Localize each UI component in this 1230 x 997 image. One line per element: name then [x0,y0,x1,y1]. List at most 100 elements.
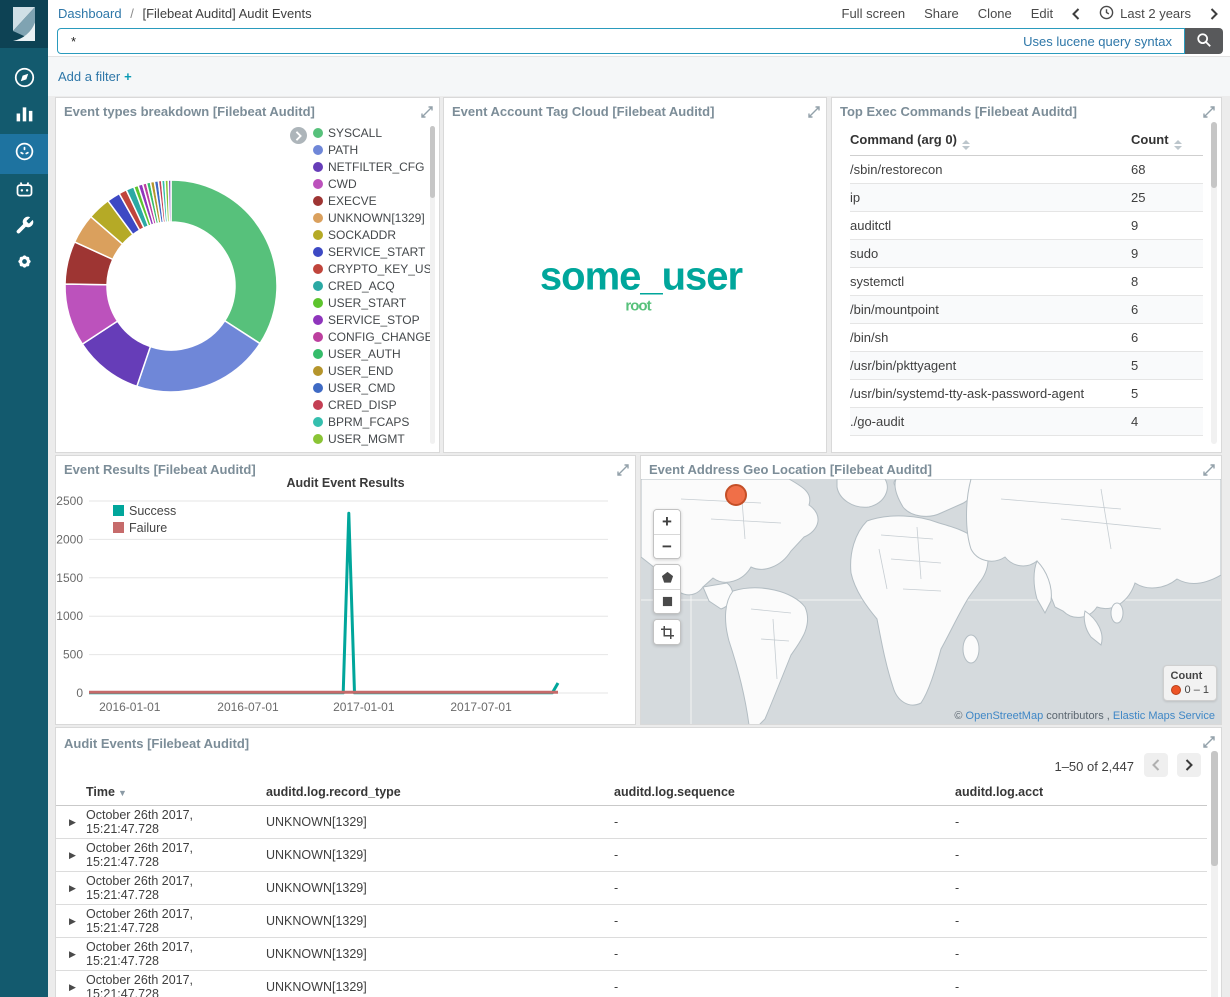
column-header-record-type[interactable]: auditd.log.record_type [266,785,614,799]
map-tiles [641,479,1221,725]
expand-row-icon[interactable]: ▶ [69,916,86,927]
legend-item[interactable]: CWD [313,175,435,192]
expand-panel-icon[interactable] [617,463,629,475]
zoom-in-button[interactable]: + [654,510,680,534]
table-row[interactable]: ▶October 26th 2017, 15:21:47.728UNKNOWN[… [56,905,1207,938]
expand-panel-icon[interactable] [421,105,433,117]
legend-item[interactable]: USER_END [313,362,435,379]
legend-item-Failure[interactable]: Failure [113,519,176,536]
column-header-time[interactable]: Time▼ [86,785,266,799]
edit-button[interactable]: Edit [1031,6,1053,21]
breadcrumb-dashboard-link[interactable]: Dashboard [58,6,122,21]
expand-row-icon[interactable]: ▶ [69,817,86,828]
column-header-count[interactable]: Count [1131,132,1203,150]
expand-panel-icon[interactable] [1203,105,1215,117]
table-row[interactable]: ▶October 26th 2017, 15:21:47.728UNKNOWN[… [56,872,1207,905]
map-count-legend: Count 0 – 1 [1163,665,1217,701]
panel-scrollbar[interactable] [1211,751,1218,997]
table-row[interactable]: auditctl9 [850,212,1203,240]
donut-slice-PATH[interactable] [137,321,260,392]
column-header-acct[interactable]: auditd.log.acct [955,785,1207,799]
donut-slice-CRYPTO_SESSION[interactable] [168,180,171,222]
legend-item[interactable]: SERVICE_STOP [313,311,435,328]
legend-item[interactable]: CRYPTO_KEY_USER [313,260,435,277]
table-row[interactable]: /bin/mountpoint6 [850,296,1203,324]
sidebar-item-management[interactable] [0,246,48,282]
legend-item[interactable]: CRED_DISP [313,396,435,413]
share-button[interactable]: Share [924,6,959,21]
legend-item[interactable]: USER_START [313,294,435,311]
time-forward-button[interactable] [1210,8,1218,20]
table-row[interactable]: ip25 [850,184,1203,212]
legend-item[interactable]: CRED_ACQ [313,277,435,294]
command-cell: /usr/bin/pkttyagent [850,358,1131,373]
table-row[interactable]: ▶October 26th 2017, 15:21:47.728UNKNOWN[… [56,839,1207,872]
sidebar-item-visualize[interactable] [0,98,48,134]
table-row[interactable]: /sbin/restorecon68 [850,156,1203,184]
openstreetmap-link[interactable]: OpenStreetMap [966,710,1044,722]
kibana-logo[interactable] [0,0,48,48]
table-row[interactable]: /bin/sh6 [850,324,1203,352]
sidebar-item-dashboard[interactable] [0,134,48,174]
previous-page-button[interactable] [1144,753,1168,777]
legend-collapse-button[interactable] [290,127,307,144]
table-row[interactable]: sudo9 [850,240,1203,268]
expand-row-icon[interactable]: ▶ [69,949,86,960]
table-row[interactable]: /usr/bin/systemd-tty-ask-password-agent5 [850,380,1203,408]
donut-slice-SYSCALL[interactable] [171,180,277,344]
expand-row-icon[interactable]: ▶ [69,982,86,993]
legend-item[interactable]: EXECVE [313,192,435,209]
sidebar-item-discover[interactable] [0,62,48,98]
legend-item[interactable]: CRYPTO_SESSION [313,447,435,448]
panel-scrollbar[interactable] [1211,122,1217,444]
search-input[interactable]: * Uses lucene query syntax [57,28,1185,54]
sidebar-item-timelion[interactable] [0,174,48,210]
time-picker[interactable]: Last 2 years [1099,5,1191,23]
column-header-command[interactable]: Command (arg 0) [850,132,1131,150]
command-cell: /bin/mountpoint [850,302,1131,317]
next-page-button[interactable] [1177,753,1201,777]
expand-row-icon[interactable]: ▶ [69,883,86,894]
world-map[interactable]: + − Count 0 – 1 © OpenStreetMap contribu… [641,479,1221,725]
elastic-maps-link[interactable]: Elastic Maps Service [1113,710,1215,722]
legend-item[interactable]: SOCKADDR [313,226,435,243]
expand-panel-icon[interactable] [1203,735,1215,747]
clone-button[interactable]: Clone [978,6,1012,21]
table-row[interactable]: ▶October 26th 2017, 15:21:47.728UNKNOWN[… [56,971,1207,997]
draw-rectangle-button[interactable] [654,589,680,613]
legend-item[interactable]: BPRM_FCAPS [313,413,435,430]
legend-scrollbar[interactable] [430,126,435,444]
expand-panel-icon[interactable] [1203,463,1215,475]
draw-polygon-button[interactable] [654,565,680,589]
crop-bounds-button[interactable] [654,620,680,644]
lucene-syntax-link[interactable]: Uses lucene query syntax [1023,34,1184,49]
legend-item[interactable]: SERVICE_START [313,243,435,260]
column-header-sequence[interactable]: auditd.log.sequence [614,785,955,799]
legend-item[interactable]: CONFIG_CHANGE [313,328,435,345]
tag-some_user[interactable]: some_user [540,255,742,300]
table-row[interactable]: ▶October 26th 2017, 15:21:47.728UNKNOWN[… [56,938,1207,971]
legend-item[interactable]: NETFILTER_CFG [313,158,435,175]
table-row[interactable]: /usr/bin/pkttyagent5 [850,352,1203,380]
legend-item[interactable]: UNKNOWN[1329] [313,209,435,226]
legend-item[interactable]: USER_AUTH [313,345,435,362]
legend-item-Success[interactable]: Success [113,502,176,519]
time-back-button[interactable] [1072,8,1080,20]
sidebar-item-dev-tools[interactable] [0,210,48,246]
map-draw-controls [653,564,681,614]
table-row[interactable]: ▶October 26th 2017, 15:21:47.728UNKNOWN[… [56,806,1207,839]
full-screen-button[interactable]: Full screen [842,6,906,21]
legend-item[interactable]: PATH [313,141,435,158]
expand-row-icon[interactable]: ▶ [69,850,86,861]
zoom-out-button[interactable]: − [654,534,680,558]
search-button[interactable] [1185,28,1223,54]
expand-panel-icon[interactable] [808,105,820,117]
add-filter-link[interactable]: Add a filter+ [48,69,132,84]
table-row[interactable]: ./go-audit4 [850,408,1203,436]
time-picker-label: Last 2 years [1120,6,1191,21]
tag-root[interactable]: root [625,298,650,315]
legend-item[interactable]: USER_CMD [313,379,435,396]
legend-item[interactable]: USER_MGMT [313,430,435,447]
table-row[interactable]: systemctl8 [850,268,1203,296]
legend-item[interactable]: SYSCALL [313,124,435,141]
